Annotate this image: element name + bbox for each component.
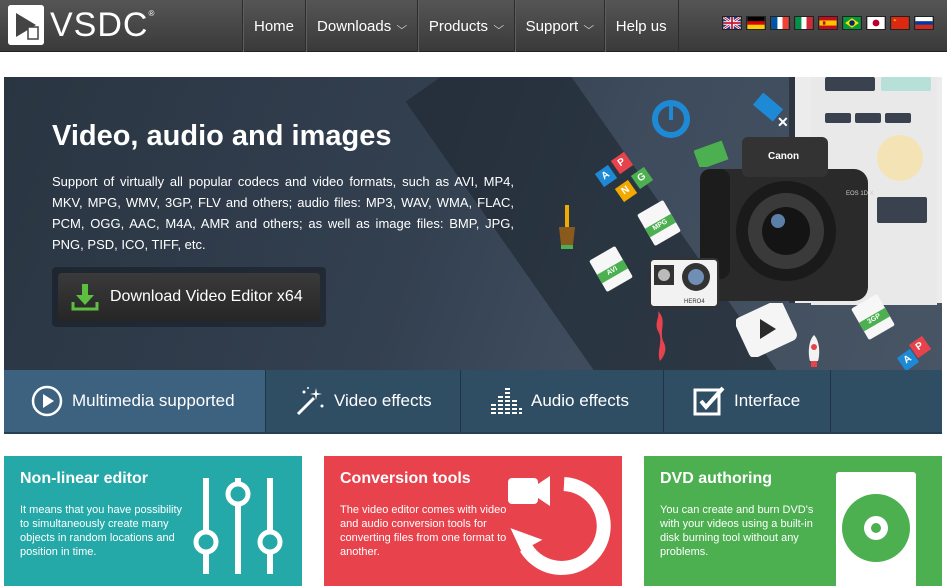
tab-label: Interface: [734, 391, 801, 410]
menu-item-help-us[interactable]: Help us: [603, 0, 679, 52]
menu-label: Products: [428, 17, 489, 35]
top-nav-bar: VSDC ® Home Downloads ⌵ Products ⌵ Support…: [0, 0, 947, 52]
card-text: It means that you have possibility to si…: [20, 504, 183, 558]
svg-text:✕: ✕: [777, 114, 789, 130]
flag-german-icon[interactable]: [746, 16, 766, 30]
svg-text:Canon: Canon: [768, 151, 799, 162]
logo-icon: [8, 5, 44, 45]
tab-video-effects[interactable]: Video effects: [266, 370, 461, 432]
flag-russian-icon[interactable]: [914, 16, 934, 30]
download-video-editor-button[interactable]: Download Video Editor x64: [58, 273, 320, 321]
menu-item-products[interactable]: Products ⌵: [416, 0, 514, 52]
sliders-icon: [193, 478, 283, 574]
feature-tab-bar: Multimedia supported Video effects Audio…: [4, 370, 942, 434]
logo-text: VSDC: [50, 5, 149, 44]
rocket-icon: [808, 335, 820, 367]
clock-icon: [652, 100, 690, 138]
card-text: The video editor comes with video and au…: [340, 504, 507, 558]
chevron-down-icon: ⌵: [396, 20, 408, 32]
menu-item-support[interactable]: Support ⌵: [513, 0, 604, 52]
logo-registered: ®: [148, 8, 155, 18]
card-title: Conversion tools: [340, 470, 471, 487]
magic-wand-icon: [296, 387, 324, 416]
tab-audio-effects[interactable]: Audio effects: [461, 370, 664, 432]
disc-icon: [836, 472, 916, 586]
menu-label: Downloads: [317, 17, 392, 35]
hero-banner: A P N G MPG AVI 3GP ✕ Canon EOS 1D X HER: [4, 77, 942, 370]
card-dvd-authoring[interactable]: DVD authoring You can create and burn DV…: [644, 456, 942, 586]
hero-description: Support of virtually all popular codecs …: [52, 174, 514, 252]
action-camera-icon: HERO4: [649, 258, 719, 308]
card-non-linear-editor[interactable]: Non-linear editor It means that you have…: [4, 456, 302, 586]
language-flags: [722, 16, 934, 30]
tab-interface[interactable]: Interface: [664, 370, 831, 432]
bluetab-art-icon: ✕: [752, 93, 789, 130]
film-play-icon: [736, 303, 797, 357]
menu-label: Support: [525, 17, 579, 35]
chevron-down-icon: ⌵: [583, 20, 595, 32]
flag-english-icon[interactable]: [722, 16, 742, 30]
vsdc-logo[interactable]: VSDC ®: [8, 5, 154, 45]
hero-title: Video, audio and images: [52, 120, 392, 152]
download-arrow-icon: [71, 284, 99, 311]
card-title: Non-linear editor: [20, 470, 149, 487]
svg-text:HERO4: HERO4: [684, 299, 705, 305]
card-text: You can create and burn DVD's with your …: [660, 504, 814, 558]
flag-japanese-icon[interactable]: [866, 16, 886, 30]
dslr-camera-icon: Canon EOS 1D X: [700, 137, 874, 301]
tab-label: Video effects: [334, 391, 432, 410]
tab-multimedia-supported[interactable]: Multimedia supported: [4, 370, 266, 432]
convert-camera-icon: [508, 476, 611, 575]
menu-label: Help us: [615, 17, 667, 35]
flag-brazil-icon[interactable]: [842, 16, 862, 30]
card-title: DVD authoring: [660, 470, 772, 487]
main-menu: Home Downloads ⌵ Products ⌵ Support ⌵ Help …: [242, 0, 679, 52]
menu-label: Home: [254, 17, 295, 35]
chevron-down-icon: ⌵: [493, 20, 505, 32]
checkbox-edit-icon: [693, 386, 725, 416]
download-button-label: Download Video Editor x64: [110, 288, 303, 305]
red-splash-icon: [656, 311, 666, 361]
download-button-frame: Download Video Editor x64: [52, 267, 326, 327]
menu-item-home[interactable]: Home: [242, 0, 305, 52]
tab-label: Audio effects: [531, 391, 629, 410]
flag-italian-icon[interactable]: [794, 16, 814, 30]
svg-text:EOS 1D X: EOS 1D X: [846, 191, 874, 197]
play-circle-icon: [31, 385, 63, 417]
tab-label: Multimedia supported: [72, 391, 235, 410]
equalizer-icon: [491, 388, 522, 414]
menu-item-downloads[interactable]: Downloads ⌵: [305, 0, 417, 52]
card-conversion-tools[interactable]: Conversion tools The video editor comes …: [324, 456, 622, 586]
flag-french-icon[interactable]: [770, 16, 790, 30]
flag-spanish-icon[interactable]: [818, 16, 838, 30]
flag-chinese-icon[interactable]: [890, 16, 910, 30]
paint-brush-icon: [559, 205, 575, 249]
